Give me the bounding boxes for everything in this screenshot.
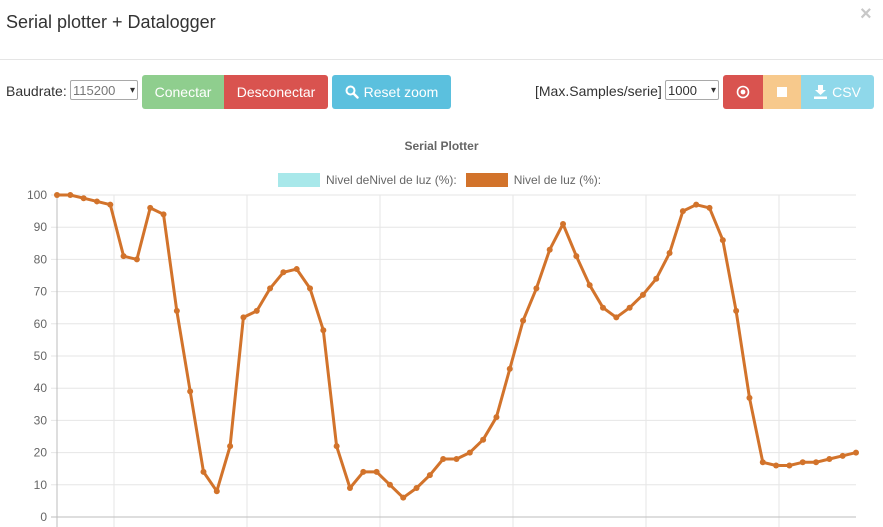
data-point <box>400 494 407 501</box>
y-tick-label: 90 <box>34 220 48 234</box>
data-point <box>506 365 513 372</box>
y-tick-label: 50 <box>34 349 48 363</box>
data-point <box>346 485 353 492</box>
data-point <box>107 201 114 208</box>
data-point <box>187 388 194 395</box>
data-point <box>227 443 234 450</box>
csv-export-button[interactable]: CSV <box>801 75 874 109</box>
data-point <box>426 472 433 479</box>
max-samples-select[interactable]: 1000 ▾ <box>665 80 719 100</box>
record-icon <box>736 85 750 99</box>
data-point <box>666 249 673 256</box>
reset-zoom-label: Reset zoom <box>363 84 439 100</box>
y-tick-label: 0 <box>40 510 47 524</box>
data-point <box>826 456 833 463</box>
data-point <box>813 459 820 466</box>
data-point <box>440 456 447 463</box>
data-point <box>386 481 393 488</box>
data-point <box>173 307 180 314</box>
data-point <box>480 436 487 443</box>
data-point <box>253 307 260 314</box>
reset-zoom-button[interactable]: Reset zoom <box>332 75 451 109</box>
data-point <box>147 204 154 211</box>
disconnect-button[interactable]: Desconectar <box>224 75 328 109</box>
data-point <box>853 449 859 456</box>
y-tick-label: 40 <box>34 381 48 395</box>
serial-plotter-chart[interactable]: Serial Plotter Nivel deNivel de luz (%):… <box>0 130 883 527</box>
data-point <box>706 204 713 211</box>
download-icon <box>814 85 828 99</box>
y-tick-label: 30 <box>34 413 48 427</box>
data-point <box>240 314 247 321</box>
data-point <box>67 192 74 198</box>
data-point <box>693 201 700 208</box>
close-icon[interactable]: × <box>860 3 872 26</box>
search-icon <box>345 85 359 99</box>
data-point <box>759 459 766 466</box>
plot-area: 0 10 20 30 40 50 60 70 80 90 100 <box>27 188 859 527</box>
data-point <box>280 269 287 276</box>
data-point <box>413 485 420 492</box>
max-samples-label: [Max.Samples/serie] <box>535 83 662 99</box>
data-point <box>160 211 167 218</box>
data-point <box>786 462 793 469</box>
record-button[interactable] <box>723 75 763 109</box>
data-point <box>546 246 553 253</box>
y-tick-label: 60 <box>34 317 48 331</box>
data-point <box>533 285 540 292</box>
page-title: Serial plotter + Datalogger <box>6 12 216 32</box>
data-point <box>746 394 753 401</box>
data-point <box>639 291 646 298</box>
data-point <box>200 468 207 475</box>
data-point <box>453 456 460 463</box>
y-tick-label: 80 <box>34 252 48 266</box>
data-point <box>586 282 593 289</box>
data-point <box>293 266 300 273</box>
y-tick-label: 20 <box>34 446 48 460</box>
data-point <box>773 462 780 469</box>
toolbar: Baudrate: 115200 ▾ Conectar Desconectar … <box>0 75 883 109</box>
data-point <box>466 449 473 456</box>
baudrate-select[interactable]: 115200 ▾ <box>70 80 138 100</box>
data-point <box>799 459 806 466</box>
y-tick-label: 100 <box>27 188 47 202</box>
data-point <box>839 452 846 459</box>
data-point <box>719 237 726 244</box>
data-point <box>733 307 740 314</box>
csv-label: CSV <box>832 84 861 100</box>
stop-icon <box>777 87 787 97</box>
data-point <box>573 253 580 260</box>
data-point <box>213 488 220 495</box>
max-samples-value: 1000 <box>668 82 697 98</box>
data-point <box>560 220 567 227</box>
y-tick-label: 10 <box>34 478 48 492</box>
chevron-down-icon: ▾ <box>129 84 135 96</box>
data-point <box>93 198 100 205</box>
connect-button[interactable]: Conectar <box>142 75 224 109</box>
chevron-down-icon: ▾ <box>710 84 716 96</box>
data-point <box>54 192 60 198</box>
data-point <box>333 443 340 450</box>
data-point <box>679 208 686 215</box>
data-point <box>373 468 380 475</box>
data-point <box>653 275 660 282</box>
data-point <box>599 304 606 311</box>
data-point <box>493 414 500 421</box>
baudrate-value: 115200 <box>73 82 116 98</box>
data-point <box>120 253 127 260</box>
baudrate-label: Baudrate: <box>6 83 67 99</box>
data-point <box>320 327 327 334</box>
data-point <box>613 314 620 321</box>
data-point <box>520 317 527 324</box>
data-point <box>307 285 314 292</box>
header: Serial plotter + Datalogger × <box>0 0 883 60</box>
stop-button[interactable] <box>763 75 801 109</box>
data-point <box>267 285 274 292</box>
data-point <box>80 195 87 202</box>
y-tick-label: 70 <box>34 285 48 299</box>
data-point <box>133 256 140 263</box>
data-point <box>360 468 367 475</box>
data-point <box>626 304 633 311</box>
